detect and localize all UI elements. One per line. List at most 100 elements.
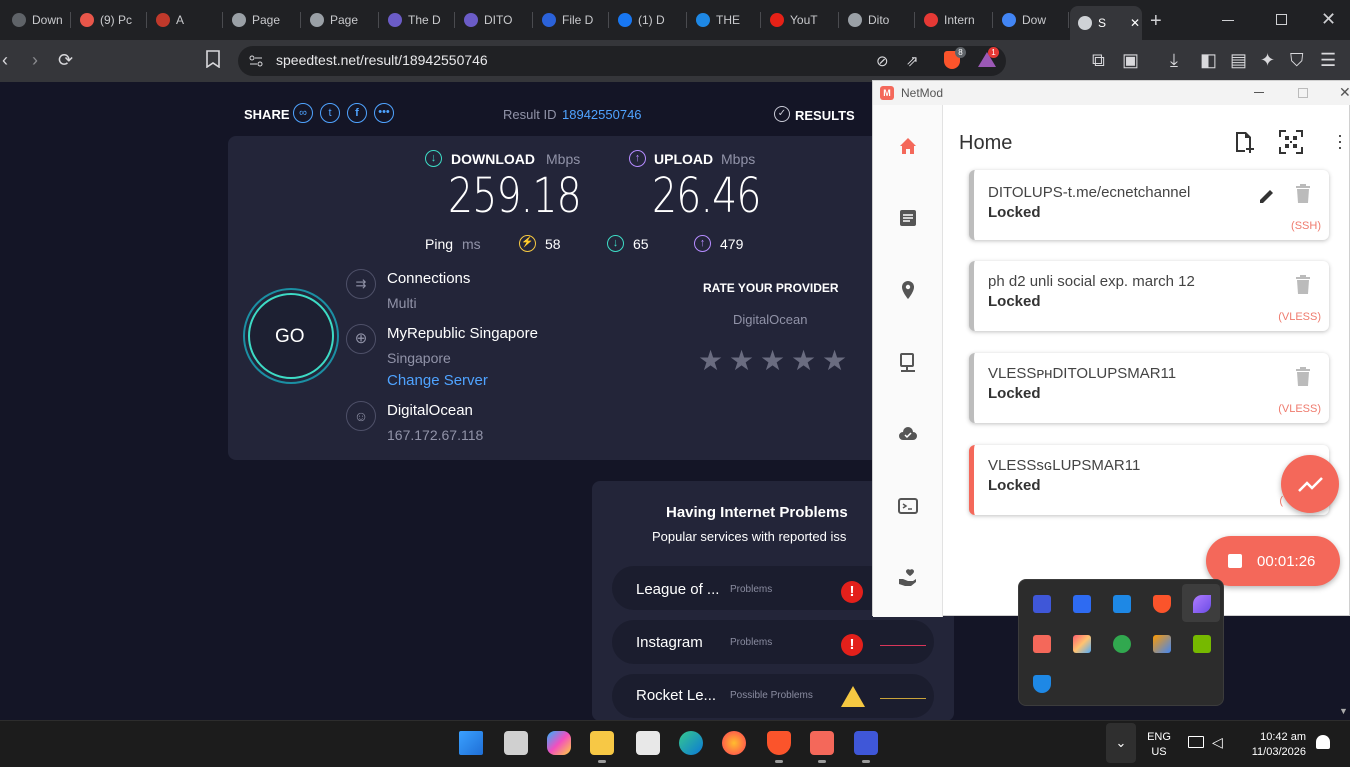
bookmark-icon[interactable] bbox=[206, 50, 220, 71]
browser-tab[interactable]: Page bbox=[302, 6, 372, 34]
clapper-app-icon[interactable] bbox=[636, 731, 660, 755]
wallet-icon[interactable]: ▤ bbox=[1230, 51, 1247, 69]
maximize-window-button[interactable] bbox=[1276, 14, 1287, 25]
start-icon[interactable] bbox=[459, 731, 483, 755]
browser-tab[interactable]: (9) Pc bbox=[72, 6, 140, 34]
forward-icon[interactable]: › bbox=[32, 51, 38, 69]
tray-overflow-chevron[interactable]: ⌄ bbox=[1106, 723, 1136, 763]
edge-icon[interactable] bbox=[679, 731, 703, 755]
share-more-icon[interactable]: ••• bbox=[374, 103, 394, 123]
tray-store-icon[interactable] bbox=[1113, 595, 1131, 613]
task-view-icon[interactable] bbox=[504, 731, 528, 755]
sidebar-icon[interactable]: ◧ bbox=[1200, 51, 1217, 69]
donate-icon[interactable] bbox=[897, 567, 919, 589]
netmod-taskbar-icon[interactable] bbox=[810, 731, 834, 755]
netmod-minimize-button[interactable] bbox=[1254, 92, 1264, 93]
no-tracking-icon[interactable]: ⊘ bbox=[876, 52, 889, 70]
config-card[interactable]: VLESSᴘʜDITOLUPSMAR11 Locked (VLESS) bbox=[969, 353, 1329, 423]
share-link-icon[interactable]: ∞ bbox=[293, 103, 313, 123]
share-icon[interactable]: ⇗ bbox=[906, 52, 919, 70]
brave-taskbar-icon[interactable] bbox=[767, 731, 791, 755]
tray-brave-icon[interactable] bbox=[1153, 595, 1171, 613]
tray-color-app-icon[interactable] bbox=[1073, 635, 1091, 653]
downloads-icon[interactable]: ⤓ bbox=[1170, 51, 1178, 69]
browser-tab[interactable]: (1) D bbox=[610, 6, 680, 34]
clock-time[interactable]: 10:42 am bbox=[1240, 731, 1306, 743]
terminal-icon[interactable] bbox=[897, 495, 919, 517]
tray-feather-icon[interactable] bbox=[1193, 595, 1211, 613]
browser-tab[interactable]: S ✕ bbox=[1070, 6, 1142, 40]
close-tab-icon[interactable]: ✕ bbox=[1130, 16, 1140, 30]
results-button[interactable]: RESULTS bbox=[795, 108, 855, 123]
browser-tab[interactable]: Dito bbox=[840, 6, 908, 34]
file-explorer-icon[interactable] bbox=[590, 731, 614, 755]
logs-icon[interactable] bbox=[897, 207, 919, 229]
vpn-icon[interactable]: ⛉ bbox=[1290, 51, 1304, 69]
browser-tab[interactable]: DITO bbox=[456, 6, 526, 34]
notification-bell-icon[interactable] bbox=[1316, 735, 1330, 749]
rating-star-5[interactable]: ★ bbox=[822, 344, 847, 377]
home-icon[interactable] bbox=[897, 135, 919, 157]
volume-icon[interactable]: ◁ bbox=[1212, 734, 1223, 751]
tray-music-icon[interactable] bbox=[1153, 635, 1171, 653]
close-window-button[interactable]: ✕ bbox=[1321, 9, 1336, 30]
stop-connection-button[interactable]: 00:01:26 bbox=[1206, 536, 1340, 586]
wallet-ext-icon[interactable]: ▣ bbox=[1122, 51, 1139, 69]
back-icon[interactable]: ‹ bbox=[2, 51, 8, 69]
network-icon[interactable] bbox=[897, 351, 919, 373]
delete-icon[interactable] bbox=[1295, 275, 1311, 295]
reload-icon[interactable]: ⟳ bbox=[58, 51, 73, 69]
site-info-icon[interactable] bbox=[248, 53, 264, 74]
language-label[interactable]: ENG bbox=[1144, 731, 1174, 743]
browser-tab[interactable]: Dow bbox=[994, 6, 1062, 34]
netmod-maximize-button[interactable] bbox=[1298, 88, 1308, 98]
tray-eye-icon[interactable] bbox=[1113, 635, 1131, 653]
menu-icon[interactable]: ☰ bbox=[1320, 51, 1336, 69]
browser-tab[interactable]: The D bbox=[380, 6, 448, 34]
more-options-icon[interactable]: · · · bbox=[1337, 126, 1343, 156]
rating-star-2[interactable]: ★ bbox=[729, 344, 754, 377]
leo-ai-icon[interactable]: ✦ bbox=[1260, 51, 1275, 69]
delete-icon[interactable] bbox=[1295, 184, 1311, 204]
tray-cube-icon[interactable] bbox=[1073, 595, 1091, 613]
browser-tab[interactable]: THE bbox=[688, 6, 754, 34]
stats-fab[interactable] bbox=[1281, 455, 1339, 513]
app-3-taskbar-icon[interactable] bbox=[854, 731, 878, 755]
location-pin-icon[interactable] bbox=[897, 279, 919, 301]
browser-tab[interactable]: Intern bbox=[916, 6, 986, 34]
share-twitter-icon[interactable]: t bbox=[320, 103, 340, 123]
config-card-active[interactable]: VLESSsɢLUPSMAR11 Locked ( bbox=[969, 445, 1329, 515]
region-label[interactable]: US bbox=[1144, 746, 1174, 758]
change-server-link[interactable]: Change Server bbox=[387, 372, 488, 389]
rating-star-4[interactable]: ★ bbox=[791, 344, 816, 377]
tray-netmod-icon[interactable] bbox=[1033, 635, 1051, 653]
rating-star-1[interactable]: ★ bbox=[698, 344, 723, 377]
edit-icon[interactable] bbox=[1257, 186, 1277, 211]
copilot-icon[interactable] bbox=[547, 731, 571, 755]
share-facebook-icon[interactable]: f bbox=[347, 103, 367, 123]
firefox-icon[interactable] bbox=[722, 731, 746, 755]
config-card[interactable]: DITOLUPS-t.me/ecnetchannel Locked (SSH) bbox=[969, 170, 1329, 240]
new-tab-button[interactable]: + bbox=[1150, 10, 1162, 33]
config-card[interactable]: ph d2 unli social exp. march 12 Locked (… bbox=[969, 261, 1329, 331]
result-id-link[interactable]: 18942550746 bbox=[562, 107, 642, 122]
url-text[interactable]: speedtest.net/result/18942550746 bbox=[276, 52, 488, 68]
delete-icon[interactable] bbox=[1295, 367, 1311, 387]
rating-star-3[interactable]: ★ bbox=[760, 344, 785, 377]
network-status-icon[interactable] bbox=[1188, 736, 1204, 748]
cloud-check-icon[interactable] bbox=[897, 423, 919, 445]
tray-nvidia-icon[interactable] bbox=[1193, 635, 1211, 653]
extensions-icon[interactable]: ⧉ bbox=[1092, 51, 1105, 69]
tray-defender-icon[interactable] bbox=[1033, 675, 1051, 693]
add-config-icon[interactable] bbox=[1233, 130, 1255, 159]
go-label[interactable]: GO bbox=[275, 326, 305, 348]
minimize-window-button[interactable] bbox=[1222, 20, 1234, 21]
tray-app-3-icon[interactable] bbox=[1033, 595, 1051, 613]
browser-tab[interactable]: A bbox=[148, 6, 216, 34]
netmod-close-button[interactable]: ✕ bbox=[1339, 84, 1350, 101]
browser-tab[interactable]: Down bbox=[4, 6, 64, 34]
browser-tab[interactable]: Page bbox=[224, 6, 294, 34]
browser-tab[interactable]: File D bbox=[534, 6, 602, 34]
browser-tab[interactable]: YouT bbox=[762, 6, 832, 34]
scroll-down-arrow[interactable]: ▼ bbox=[1339, 706, 1348, 716]
